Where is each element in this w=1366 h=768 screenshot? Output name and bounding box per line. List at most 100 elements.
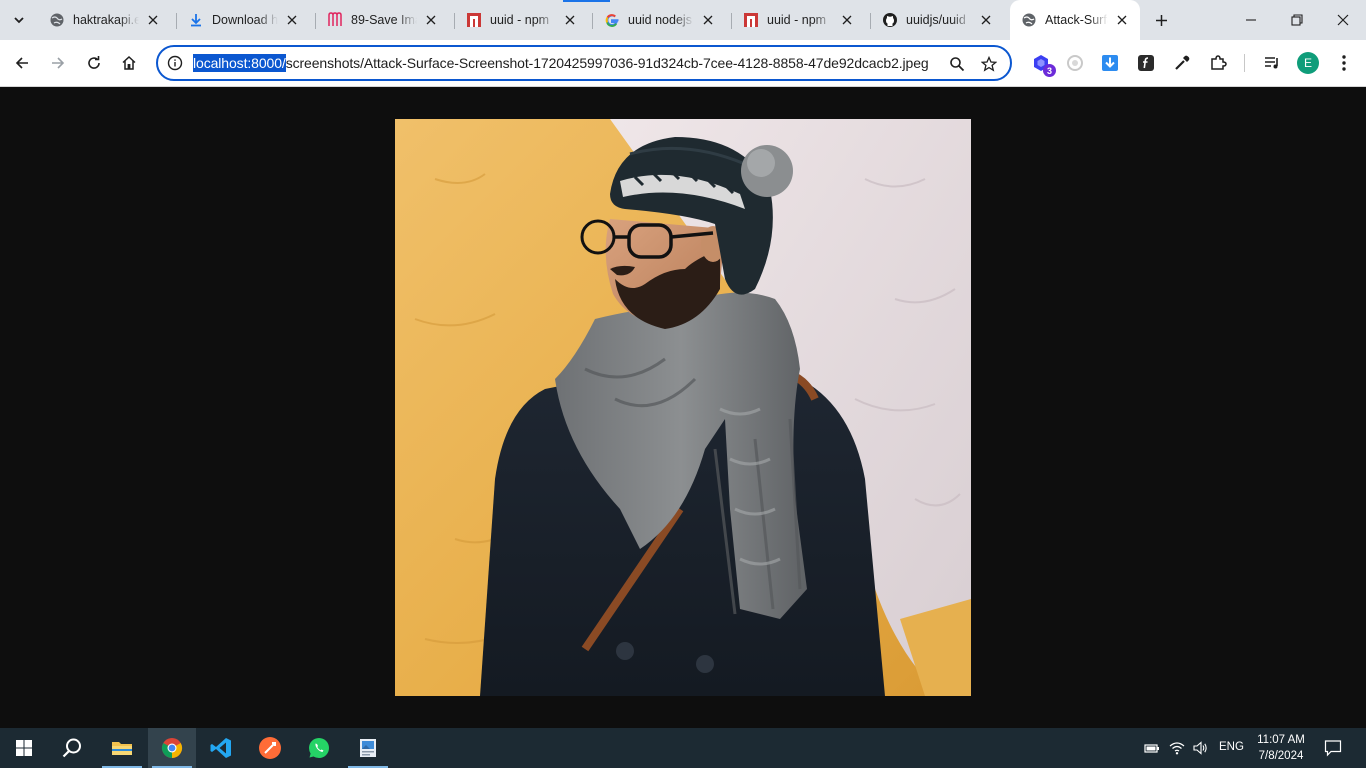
github-icon <box>882 12 898 28</box>
close-icon[interactable] <box>700 12 716 28</box>
tab-download-history[interactable]: Download history <box>177 6 310 34</box>
tab-uuid-npm[interactable]: uuid - npm <box>455 6 588 34</box>
search-icon <box>62 738 81 758</box>
save-image-site-icon <box>327 12 343 28</box>
reload-button[interactable] <box>78 47 110 79</box>
extension-eyedropper-button[interactable] <box>1171 52 1193 74</box>
media-control-button[interactable] <box>1261 52 1283 74</box>
tab-title: Download history <box>212 13 278 27</box>
home-button[interactable] <box>113 47 145 79</box>
taskbar-chrome[interactable] <box>148 728 196 768</box>
close-icon[interactable] <box>978 12 994 28</box>
download-arrow-icon <box>1102 55 1118 71</box>
arrow-left-icon <box>15 57 28 69</box>
system-clock[interactable]: 11:07 AM 7/8/2024 <box>1250 732 1312 764</box>
postman-icon <box>259 737 281 759</box>
minimize-icon <box>1246 19 1256 21</box>
close-icon[interactable] <box>284 12 300 28</box>
close-icon[interactable] <box>562 12 578 28</box>
chrome-icon <box>161 738 183 759</box>
restore-button[interactable] <box>1274 0 1320 40</box>
circle-extension-icon <box>1067 55 1083 71</box>
taskbar-photos-app[interactable] <box>344 728 392 768</box>
browser-menu-button[interactable] <box>1333 52 1355 74</box>
bookmark-star-icon[interactable] <box>979 54 999 74</box>
tab-title: uuid nodejs <box>628 13 692 27</box>
url-path-text: screenshots/Attack-Surface-Screenshot-17… <box>285 55 929 71</box>
tab-uuid-npm-2[interactable]: uuid - npm <box>732 6 865 34</box>
taskbar-file-explorer[interactable] <box>98 728 146 768</box>
taskbar-vscode[interactable] <box>197 728 245 768</box>
tab-title: uuidjs/uuid <box>906 13 966 27</box>
close-icon[interactable] <box>145 12 161 28</box>
taskbar-postman[interactable] <box>246 728 294 768</box>
close-icon <box>1337 14 1349 26</box>
clock-time: 11:07 AM <box>1257 734 1305 746</box>
notification-center-button[interactable] <box>1322 738 1344 758</box>
photo-image <box>395 119 971 696</box>
minimize-button[interactable] <box>1228 0 1274 40</box>
tab-title: uuid - npm <box>767 13 827 27</box>
vscode-icon <box>210 738 231 758</box>
wifi-icon[interactable] <box>1168 739 1186 757</box>
tab-strip: haktrakapi.eu Download history 89-Save I… <box>0 0 1366 40</box>
tab-haktrakapi[interactable]: haktrakapi.eu <box>38 6 171 34</box>
chevron-down-icon <box>14 17 24 24</box>
tab-loading-indicator <box>563 0 610 2</box>
taskbar-search-button[interactable] <box>48 728 96 768</box>
tab-title: uuid - npm <box>490 13 550 27</box>
picture-app-icon <box>360 739 376 757</box>
extension-download-button[interactable] <box>1099 52 1121 74</box>
zoom-icon[interactable] <box>947 54 967 74</box>
globe-icon <box>49 12 65 28</box>
battery-icon[interactable] <box>1143 739 1161 757</box>
tab-uuid-nodejs[interactable]: uuid nodejs <box>593 6 726 34</box>
tab-title: 89-Save Image <box>351 13 417 27</box>
input-language[interactable]: ENG <box>1219 741 1244 753</box>
volume-icon[interactable] <box>1191 739 1209 757</box>
tab-attack-surface[interactable]: Attack-Surface <box>1010 0 1140 40</box>
forward-button[interactable] <box>42 47 74 79</box>
whatsapp-icon <box>309 738 329 758</box>
taskbar-whatsapp[interactable] <box>295 728 343 768</box>
extension-circle-button[interactable] <box>1064 52 1086 74</box>
windows-taskbar: ENG 11:07 AM 7/8/2024 <box>0 728 1366 768</box>
extension-hexagon-button[interactable]: 3 <box>1030 52 1056 77</box>
kebab-menu-icon <box>1342 55 1346 71</box>
puzzle-icon <box>1211 55 1227 70</box>
close-icon[interactable] <box>1114 12 1130 28</box>
tab-search-button[interactable] <box>6 7 32 33</box>
site-info-icon[interactable] <box>167 55 183 71</box>
profile-avatar[interactable]: E <box>1297 52 1319 74</box>
url-selected-text: localhost:8000/ <box>193 54 286 72</box>
eyedropper-icon <box>1175 55 1190 70</box>
image-viewer <box>0 87 1366 728</box>
start-button[interactable] <box>0 728 48 768</box>
extension-badge: 3 <box>1043 64 1056 77</box>
tab-save-image[interactable]: 89-Save Image <box>316 6 449 34</box>
arrow-right-icon <box>52 57 65 69</box>
back-button[interactable] <box>6 47 38 79</box>
home-icon <box>122 55 136 70</box>
notification-icon <box>1324 740 1342 757</box>
close-window-button[interactable] <box>1320 0 1366 40</box>
tab-uuidjs-github[interactable]: uuidjs/uuid <box>871 6 1004 34</box>
close-icon[interactable] <box>839 12 855 28</box>
extensions-menu-button[interactable] <box>1207 52 1229 74</box>
url-text[interactable]: localhost:8000/screenshots/Attack-Surfac… <box>193 54 929 72</box>
plus-icon <box>1155 14 1167 26</box>
folder-icon <box>112 742 132 755</box>
globe-icon <box>1021 12 1037 28</box>
close-icon[interactable] <box>423 12 439 28</box>
toolbar-separator <box>1244 54 1245 72</box>
download-icon <box>188 12 204 28</box>
address-bar[interactable]: localhost:8000/screenshots/Attack-Surfac… <box>156 45 1012 81</box>
tab-title: Attack-Surface <box>1045 13 1108 27</box>
restore-icon <box>1291 14 1303 26</box>
extension-fx-button[interactable] <box>1135 52 1157 74</box>
browser-toolbar: localhost:8000/screenshots/Attack-Surfac… <box>0 40 1366 87</box>
new-tab-button[interactable] <box>1149 8 1173 32</box>
function-icon <box>1138 55 1154 71</box>
windows-logo-icon <box>16 740 32 756</box>
media-queue-icon <box>1265 57 1278 69</box>
